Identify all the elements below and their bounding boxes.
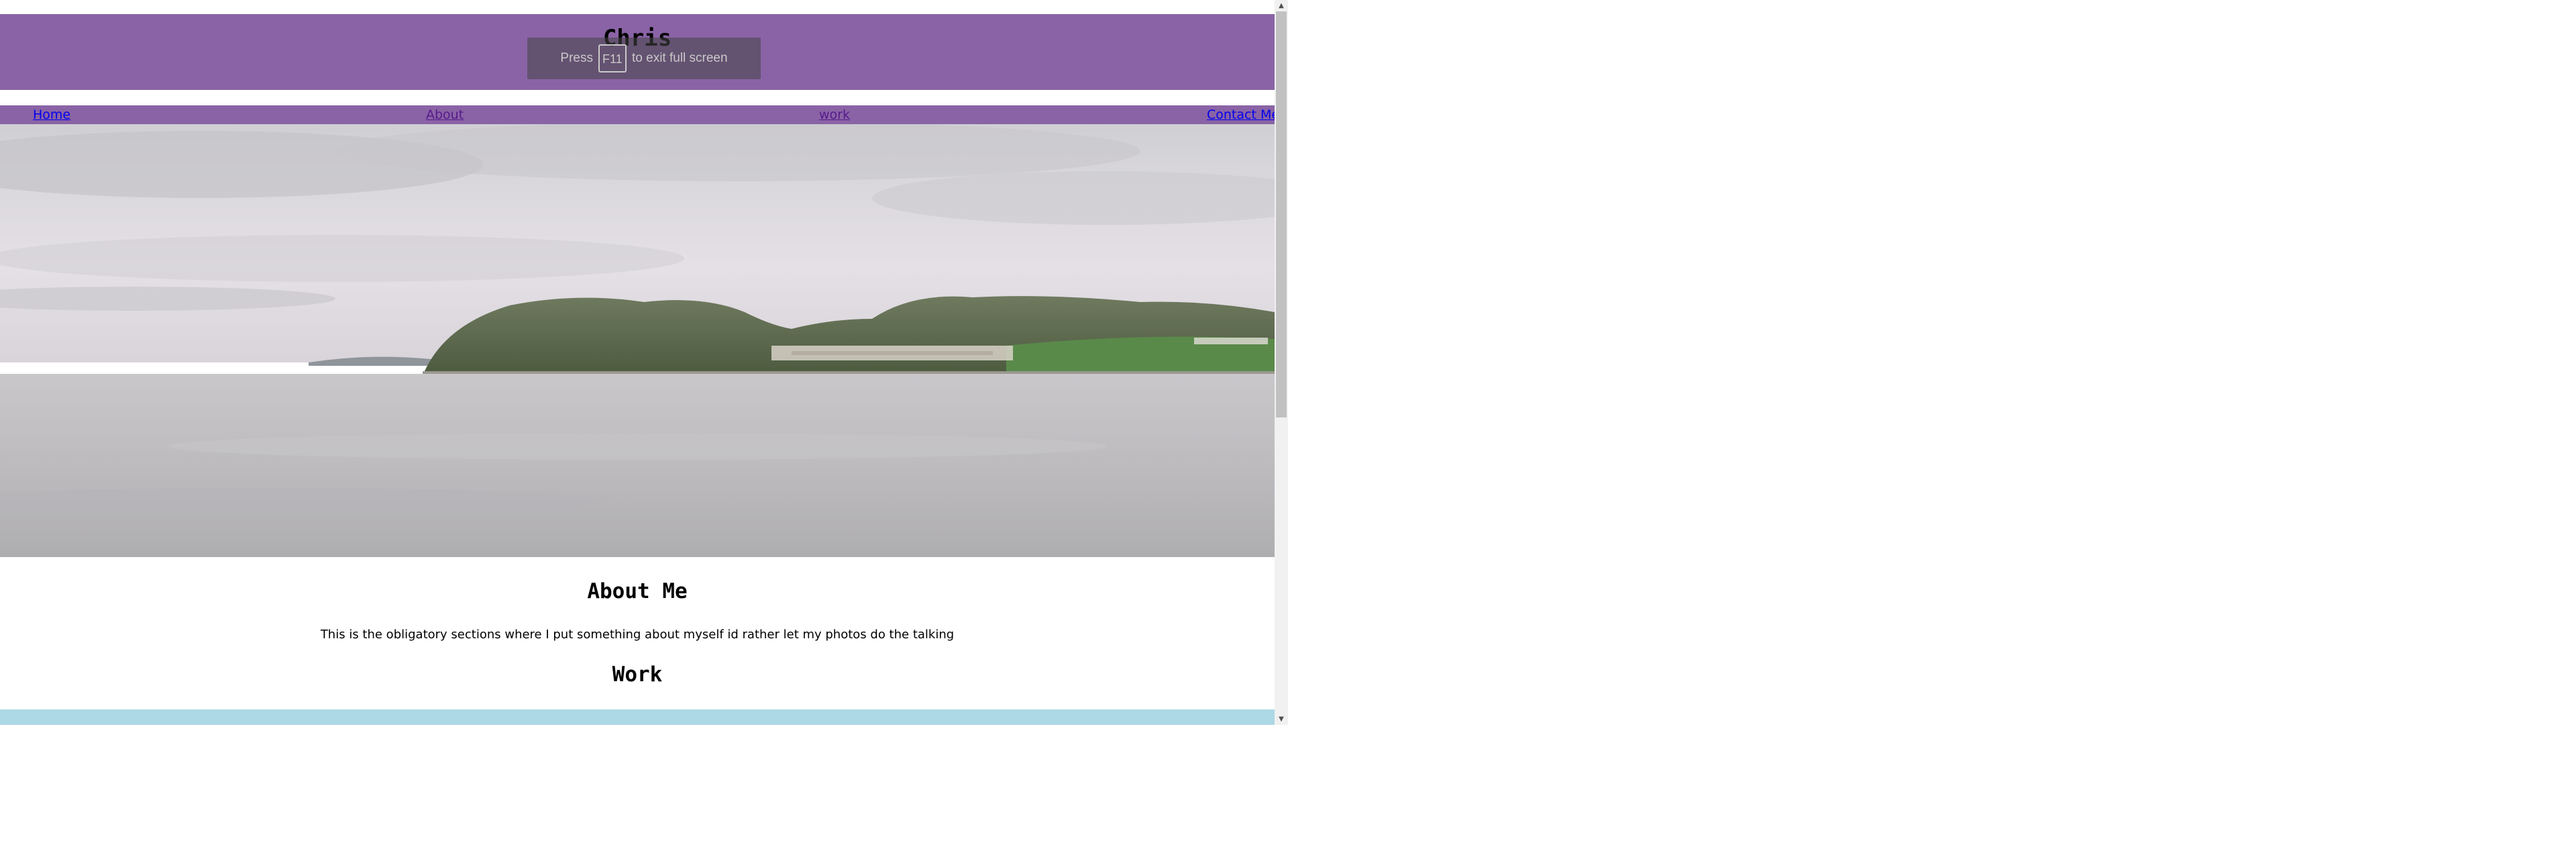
hero-landscape-image [0,124,1275,557]
fullscreen-notice-suffix: to exit full screen [632,51,728,65]
main-nav: Home About work Contact Me [0,105,1275,124]
fullscreen-notice: Press F11 to exit full screen [527,38,761,79]
nav-link-home[interactable]: Home [33,107,70,123]
browser-viewport: Chris Press F11 to exit full screen Home… [0,0,1288,725]
vertical-scrollbar[interactable]: ▲ ▼ [1275,0,1288,725]
scrollbar-thumb[interactable] [1276,11,1287,417]
nav-link-contact[interactable]: Contact Me [1207,107,1275,123]
scroll-up-arrow-icon[interactable]: ▲ [1275,0,1288,11]
page: Chris Press F11 to exit full screen Home… [0,0,1275,725]
hero-photo [0,124,1275,557]
about-text: This is the obligatory sections where I … [320,628,955,642]
nav-link-work[interactable]: work [819,107,850,123]
fullscreen-notice-prefix: Press [560,51,593,65]
about-heading: About Me [587,579,688,603]
work-section-strip [0,709,1275,725]
scroll-down-arrow-icon[interactable]: ▼ [1275,713,1288,725]
fullscreen-notice-key: F11 [598,44,627,72]
work-heading: Work [612,662,663,687]
nav-link-about[interactable]: About [426,107,464,123]
